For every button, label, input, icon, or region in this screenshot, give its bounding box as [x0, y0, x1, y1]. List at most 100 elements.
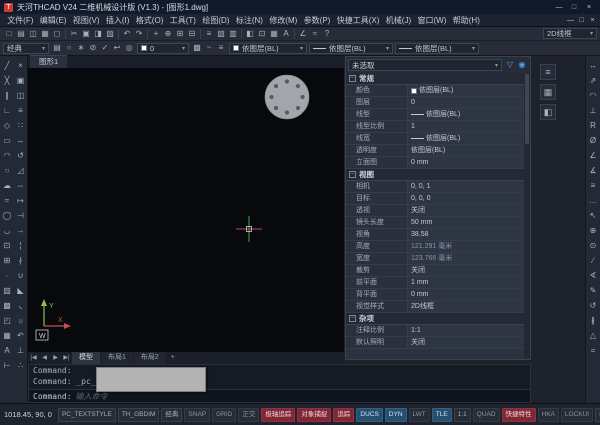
paste-button[interactable]: ◨	[92, 28, 104, 40]
drawing-canvas[interactable]: Y X W	[28, 68, 344, 352]
join-button[interactable]: ∪	[15, 268, 27, 283]
quick-dimension-button[interactable]: ⊢	[1, 358, 13, 373]
prev-tab-button[interactable]: ◀	[39, 352, 50, 364]
text-button[interactable]: A	[280, 28, 292, 40]
property-value-linetype[interactable]: 依图层(BL)	[408, 109, 524, 120]
visual-style-combo[interactable]: 2D线框 ▾	[543, 28, 597, 39]
property-value-width[interactable]: 123.766 毫米	[408, 253, 524, 264]
status-dyn[interactable]: DYN	[385, 408, 407, 422]
selection-filter-combo[interactable]: 未选取 ▾	[348, 59, 502, 71]
multileader-button[interactable]: ↖	[587, 208, 599, 223]
window-maximize-button[interactable]: □	[567, 2, 581, 13]
lineweight-settings-button[interactable]: ≡	[215, 42, 227, 54]
insert-block-button[interactable]: ⊡	[1, 238, 13, 253]
chamfer-button[interactable]: ◣	[15, 283, 27, 298]
quick-dimension-button[interactable]: ∡	[587, 163, 599, 178]
print-button[interactable]: ▦	[39, 28, 51, 40]
color-combo[interactable]: 依图层(BL) ▾	[229, 43, 307, 54]
design-center-button[interactable]: ▧	[215, 28, 227, 40]
scale-button[interactable]: ◿	[15, 163, 27, 178]
dimension-style-button[interactable]: ✎	[587, 283, 599, 298]
redo-button[interactable]: ↷	[133, 28, 145, 40]
properties-palette-button[interactable]: ≡	[203, 28, 215, 40]
menu-dimension[interactable]: 标注(N)	[233, 14, 266, 27]
status-polar-tracking[interactable]: 极轴追踪	[261, 408, 295, 422]
linear-dimension-button[interactable]: ↔	[587, 58, 599, 73]
make-block-button[interactable]: ⊞	[1, 253, 13, 268]
break-at-point-button[interactable]: ¦	[15, 238, 27, 253]
erase-button[interactable]: ×	[15, 58, 27, 73]
continue-dimension-button[interactable]: …	[587, 193, 599, 208]
table-button[interactable]: ▦	[1, 328, 13, 343]
window-close-button[interactable]: ×	[582, 2, 596, 13]
dimension-space-button[interactable]: =	[587, 343, 599, 358]
property-value-default-lighting[interactable]: 关闭	[408, 337, 524, 348]
spline-button[interactable]: ≈	[1, 193, 13, 208]
offset-button[interactable]: ≡	[15, 103, 27, 118]
rectangle-button[interactable]: ▭	[1, 133, 13, 148]
window-minimize-button[interactable]: —	[552, 2, 566, 13]
property-value-lineweight[interactable]: 依图层(BL)	[408, 133, 524, 144]
status-tle[interactable]: TLE	[432, 408, 452, 422]
document-maximize-button[interactable]: □	[576, 15, 587, 26]
break-button[interactable]: ∤	[15, 253, 27, 268]
property-value-target[interactable]: 0, 0, 0	[408, 193, 524, 204]
zoom-window-button[interactable]: ⊞	[174, 28, 186, 40]
property-value-perspective[interactable]: 关闭	[408, 205, 524, 216]
linetype-manager-button[interactable]: ~	[203, 42, 215, 54]
document-close-button[interactable]: ×	[587, 15, 598, 26]
status-more[interactable]: 模...	[595, 408, 600, 422]
pan-button[interactable]: +	[150, 28, 162, 40]
layer-properties-button[interactable]: ▤	[51, 42, 63, 54]
property-value-front-plane[interactable]: 1 mm	[408, 277, 524, 288]
property-value-annotation-scale[interactable]: 1:1	[408, 325, 524, 336]
gradient-button[interactable]: ▩	[1, 298, 13, 313]
menu-express[interactable]: 快捷工具(X)	[334, 14, 383, 27]
layer-combo[interactable]: 0 ▾	[137, 43, 189, 54]
status-snap-tracking[interactable]: 追踪	[333, 408, 354, 422]
linetype-combo[interactable]: 依图层(BL) ▾	[309, 43, 393, 54]
extend-button[interactable]: →	[15, 223, 27, 238]
ellipse-arc-button[interactable]: ◡	[1, 223, 13, 238]
menu-parametric[interactable]: 参数(P)	[301, 14, 334, 27]
status-lwt[interactable]: LWT	[409, 408, 430, 422]
new-file-button[interactable]: □	[3, 28, 15, 40]
property-value-field-of-view[interactable]: 38.58	[408, 229, 524, 240]
circle-button[interactable]: ○	[1, 163, 13, 178]
flange-entity[interactable]	[264, 74, 310, 120]
status-classic[interactable]: 经典	[161, 408, 182, 422]
fillet-button[interactable]: ◟	[15, 298, 27, 313]
menu-help[interactable]: 帮助(H)	[450, 14, 483, 27]
menu-tools[interactable]: 工具(T)	[167, 14, 200, 27]
lineweight-combo[interactable]: 依图层(BL) ▾	[395, 43, 479, 54]
menu-window[interactable]: 窗口(W)	[414, 14, 449, 27]
design-center-toggle-button[interactable]: ◧	[540, 104, 556, 120]
polyline-button[interactable]: ∟	[1, 103, 13, 118]
undo-modify-button[interactable]: ↶	[15, 328, 27, 343]
multiline-button[interactable]: ∥	[1, 88, 13, 103]
property-value-elevation[interactable]: 0 mm	[408, 157, 524, 168]
collapse-icon[interactable]: −	[349, 315, 356, 322]
property-value-transparency[interactable]: 依图层(BL)	[408, 145, 524, 156]
status-quad[interactable]: QUAD	[473, 408, 500, 422]
aligned-dimension-button[interactable]: ⇗	[587, 73, 599, 88]
tool-palettes-button[interactable]: ▥	[227, 28, 239, 40]
copy-button[interactable]: ▣	[80, 28, 92, 40]
explode-button[interactable]: ☼	[15, 313, 27, 328]
properties-modify-button[interactable]: ∴	[15, 358, 27, 373]
status-quick-properties[interactable]: 快捷特性	[502, 408, 536, 422]
radius-dimension-button[interactable]: R	[587, 118, 599, 133]
menu-format[interactable]: 格式(O)	[133, 14, 167, 27]
property-value-clipping[interactable]: 关闭	[408, 265, 524, 276]
ellipse-button[interactable]: ◯	[1, 208, 13, 223]
tab-model[interactable]: 模型	[72, 352, 100, 364]
command-window[interactable]: Command:Command: _pc_about Command: 输入命令	[28, 364, 531, 403]
next-tab-button[interactable]: ▶	[50, 352, 61, 364]
workspace-combo[interactable]: 经典 ▾	[3, 43, 49, 54]
status-pc-textstyle[interactable]: PC_TEXTSTYLE	[58, 408, 116, 422]
list-button[interactable]: ≈	[309, 28, 321, 40]
property-value-color[interactable]: 依图层(BL)	[408, 85, 524, 96]
property-value-layer[interactable]: 0	[408, 97, 524, 108]
properties-scrollbar[interactable]	[524, 73, 530, 359]
stretch-button[interactable]: ⇔	[15, 178, 27, 193]
